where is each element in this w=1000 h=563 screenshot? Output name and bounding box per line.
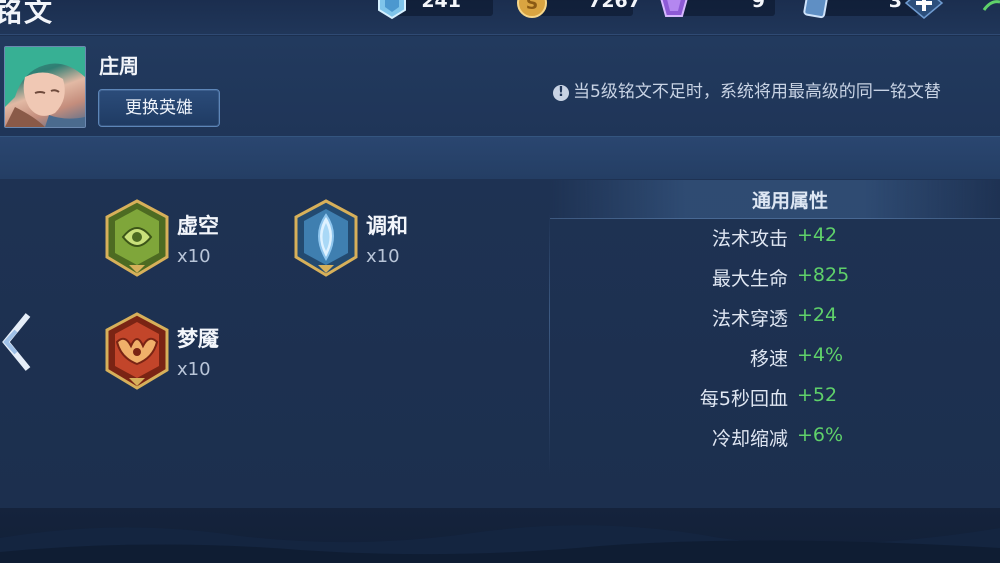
attribute-label: 最大生命 [711, 268, 788, 290]
inscription-name: 虚空 [177, 214, 219, 238]
void-inscription-icon [105, 199, 169, 277]
attribute-label: 移速 [749, 348, 788, 370]
mountain-decoration [0, 525, 1000, 563]
attribute-label: 冷却缩减 [711, 428, 788, 450]
inscription-notice: ! 当5级铭文不足时，系统将用最高级的同一铭文替 [553, 77, 941, 102]
inscription-name: 调和 [366, 214, 408, 238]
notice-text: 当5级铭文不足时，系统将用最高级的同一铭文替 [573, 82, 941, 102]
inscription-harmony[interactable]: 调和 x10 [292, 199, 452, 289]
hero-avatar [4, 46, 86, 128]
info-icon: ! [553, 85, 569, 101]
gold-coin-icon: S [517, 0, 547, 18]
attribute-value: +52 [797, 384, 838, 406]
gold-count: 7267 [588, 0, 641, 12]
card-count: 3 [888, 0, 902, 12]
gem-count: 9 [751, 0, 765, 12]
crystal-count: 241 [421, 0, 461, 12]
attribute-value: +4% [797, 344, 844, 366]
hero-name: 庄周 [99, 54, 139, 78]
top-bar: 铭文 241 S 7267 9 3 [0, 0, 1000, 35]
attribute-row: 法术穿透 +24 [550, 304, 1000, 334]
attribute-value: +6% [797, 424, 844, 446]
attribute-label: 法术攻击 [711, 228, 788, 250]
gold-currency[interactable]: S 7267 [515, 0, 641, 20]
inscription-nightmare[interactable]: 梦魇 x10 [103, 312, 263, 402]
inscription-name: 梦魇 [177, 327, 219, 351]
purple-gem-icon [660, 0, 688, 17]
attribute-label: 法术穿透 [711, 308, 788, 330]
nightmare-inscription-icon [105, 312, 169, 390]
inscription-count: x10 [177, 246, 211, 267]
attribute-value: +42 [797, 224, 838, 246]
section-band [0, 137, 1000, 179]
attribute-row: 冷却缩减 +6% [550, 424, 1000, 454]
attribute-label: 每5秒回血 [699, 388, 788, 410]
purple-gem-currency[interactable]: 9 [657, 0, 775, 20]
crystal-currency[interactable]: 241 [375, 0, 493, 20]
bottom-decoration [0, 508, 1000, 563]
attributes-header: 通用属性 [550, 180, 1000, 219]
attribute-row: 法术攻击 +42 [550, 224, 1000, 254]
harmony-inscription-icon [294, 199, 358, 277]
change-hero-button[interactable]: 更换英雄 [98, 89, 220, 127]
attribute-row: 移速 +4% [550, 344, 1000, 374]
card-icon [803, 0, 829, 19]
inscription-page: 铭文 241 S 7267 9 3 庄周 更换英雄 ! 当5级铭文不足时，系统将… [0, 0, 1000, 563]
general-attributes-panel: 通用属性 法术攻击 +42 最大生命 +825 法术穿透 +24 移速 +4% … [550, 180, 1000, 480]
hero-header: 庄周 更换英雄 ! 当5级铭文不足时，系统将用最高级的同一铭文替 [0, 36, 1000, 137]
inscription-count: x10 [177, 359, 211, 380]
hero-portrait-icon [5, 47, 85, 127]
add-icon[interactable] [904, 0, 944, 20]
crystal-icon [378, 0, 406, 20]
svg-text:S: S [526, 0, 538, 14]
attributes-title: 通用属性 [751, 190, 828, 212]
inscription-count: x10 [366, 246, 400, 267]
inscription-void[interactable]: 虚空 x10 [103, 199, 263, 289]
attribute-row: 最大生命 +825 [550, 264, 1000, 294]
back-arrow-icon[interactable] [0, 307, 34, 377]
attribute-value: +825 [797, 264, 850, 286]
page-title: 铭文 [0, 0, 55, 28]
attribute-row: 每5秒回血 +52 [550, 384, 1000, 414]
card-currency[interactable]: 3 [800, 0, 960, 20]
signal-icon [982, 0, 1000, 11]
attribute-value: +24 [797, 304, 838, 326]
